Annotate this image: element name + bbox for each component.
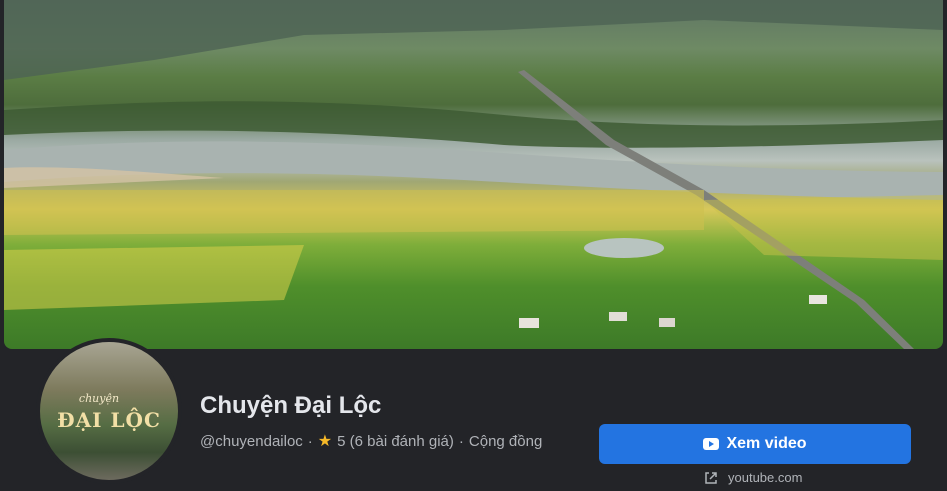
- watch-video-label: Xem video: [726, 435, 807, 452]
- avatar-logo-title: ĐẠI LỘC: [57, 408, 161, 432]
- page-meta: @chuyendailoc · ★ 5 (6 bài đánh giá) · C…: [200, 431, 542, 451]
- external-link[interactable]: youtube.com: [704, 470, 802, 485]
- rating-text[interactable]: 5 (6 bài đánh giá): [337, 433, 454, 450]
- youtube-icon: [703, 438, 720, 450]
- external-link-icon: [705, 471, 717, 484]
- cover-photo[interactable]: [4, 0, 943, 349]
- star-icon: ★: [317, 433, 333, 450]
- page-title: Chuyện Đại Lộc: [200, 392, 382, 419]
- avatar-logo-script: chuyện: [78, 392, 120, 405]
- landscape-graphic: [4, 0, 943, 349]
- link-text: youtube.com: [728, 470, 803, 485]
- page-handle: @chuyendailoc: [200, 432, 303, 450]
- watch-video-button[interactable]: Xem video: [599, 424, 911, 464]
- separator: ·: [458, 432, 464, 450]
- separator: ·: [307, 432, 313, 450]
- page-category: Cộng đồng: [468, 432, 543, 450]
- page-avatar[interactable]: chuyện ĐẠI LỘC: [36, 338, 182, 484]
